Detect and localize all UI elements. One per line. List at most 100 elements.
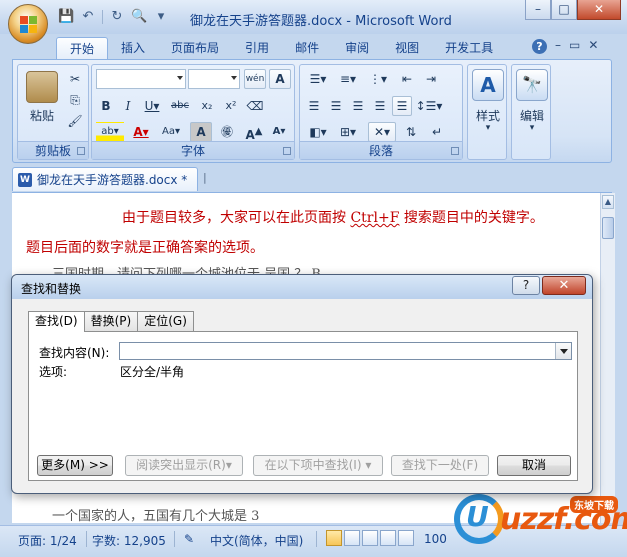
- more-button[interactable]: 更多(M) >>: [37, 455, 113, 476]
- draft-icon[interactable]: [398, 530, 414, 546]
- change-case-icon[interactable]: Aa▾: [158, 122, 184, 142]
- bullets-icon[interactable]: ☰▾: [304, 69, 332, 89]
- shading-icon[interactable]: ◧▾: [304, 122, 332, 142]
- sort-icon[interactable]: ⇅: [400, 122, 422, 142]
- print-layout-icon[interactable]: [326, 530, 342, 546]
- cut-icon[interactable]: ✂: [66, 69, 84, 89]
- tab-mailings[interactable]: 邮件: [282, 37, 332, 59]
- justify-icon[interactable]: ☰: [370, 96, 390, 116]
- enclose-characters-icon[interactable]: ㊝: [216, 122, 238, 142]
- bold-icon[interactable]: B: [96, 96, 116, 116]
- font-launcher-icon[interactable]: [283, 147, 291, 155]
- tab-developer[interactable]: 开发工具: [432, 37, 506, 59]
- show-marks-icon[interactable]: ↵: [426, 122, 448, 142]
- scroll-up-icon[interactable]: ▲: [602, 195, 614, 209]
- customize-qat-icon[interactable]: ▾: [153, 9, 169, 25]
- tab-review[interactable]: 审阅: [332, 37, 382, 59]
- reading-highlight-button[interactable]: 阅读突出显示(R)▾: [125, 455, 243, 476]
- find-what-field[interactable]: [119, 342, 572, 360]
- editing-label[interactable]: 编辑: [512, 107, 552, 124]
- doc-restore-icon[interactable]: ▭: [569, 38, 580, 52]
- font-color-icon[interactable]: A▾: [128, 122, 154, 142]
- find-in-button[interactable]: 在以下项中查找(I) ▾: [253, 455, 383, 476]
- tab-goto[interactable]: 定位(G): [137, 311, 194, 331]
- paste-icon[interactable]: [26, 71, 58, 103]
- multilevel-list-icon[interactable]: ⋮▾: [364, 69, 392, 89]
- format-painter-icon[interactable]: 🖌: [66, 111, 84, 131]
- undo-icon[interactable]: ↶: [80, 9, 96, 25]
- copy-icon[interactable]: ⎘: [66, 90, 84, 110]
- grow-font-icon[interactable]: A▲: [242, 122, 266, 142]
- clipboard-launcher-icon[interactable]: [77, 147, 85, 155]
- dialog-help-button[interactable]: ?: [512, 276, 540, 295]
- increase-indent-icon[interactable]: ⇥: [420, 69, 442, 89]
- tab-insert[interactable]: 插入: [108, 37, 158, 59]
- word-count[interactable]: 字数: 12,905: [92, 532, 166, 549]
- find-what-input[interactable]: [120, 343, 550, 359]
- phonetic-guide-icon[interactable]: wén: [244, 69, 266, 89]
- save-icon[interactable]: 💾: [58, 9, 74, 25]
- editing-group: 🔭 编辑 ▾: [511, 64, 551, 160]
- find-history-dropdown[interactable]: [555, 343, 571, 359]
- scroll-thumb[interactable]: [602, 217, 614, 239]
- paste-label[interactable]: 粘贴: [24, 107, 60, 124]
- close-icon[interactable]: ✕: [577, 0, 621, 20]
- align-center-icon[interactable]: ☰: [326, 96, 346, 116]
- styles-icon[interactable]: A: [472, 69, 504, 101]
- full-screen-reading-icon[interactable]: [344, 530, 360, 546]
- tab-replace[interactable]: 替换(P): [83, 311, 139, 331]
- chevron-down-icon: [177, 76, 183, 80]
- subscript-icon[interactable]: x₂: [196, 96, 218, 116]
- doc-line-1: 由于题目较多，大家可以在此页面按 Ctrl+F 搜索题目中的关键字。: [122, 210, 544, 226]
- highlight-icon[interactable]: ab▾: [96, 122, 124, 142]
- document-tab[interactable]: W 御龙在天手游答题器.docx *: [12, 167, 199, 191]
- borders-icon[interactable]: ⊞▾: [334, 122, 362, 142]
- line-spacing-icon[interactable]: ↕☰▾: [414, 96, 444, 116]
- tab-page-layout[interactable]: 页面布局: [158, 37, 232, 59]
- strikethrough-icon[interactable]: abc: [168, 96, 192, 116]
- tab-references[interactable]: 引用: [232, 37, 282, 59]
- print-preview-icon[interactable]: 🔍: [131, 9, 147, 25]
- close-tab-icon[interactable]: |: [203, 172, 213, 183]
- chinese-layout-icon[interactable]: ✕▾: [368, 122, 396, 142]
- align-right-icon[interactable]: ☰: [348, 96, 368, 116]
- styles-label[interactable]: 样式: [468, 107, 508, 124]
- vertical-scrollbar[interactable]: ▲: [600, 193, 615, 523]
- outline-icon[interactable]: [380, 530, 396, 546]
- font-name-combo[interactable]: [96, 69, 186, 89]
- help-icon[interactable]: ?: [532, 39, 547, 54]
- numbering-icon[interactable]: ≡▾: [334, 69, 362, 89]
- decrease-indent-icon[interactable]: ⇤: [396, 69, 418, 89]
- clear-formatting-icon[interactable]: ⌫: [244, 96, 266, 116]
- dialog-close-button[interactable]: ✕: [542, 276, 586, 295]
- align-left-icon[interactable]: ☰: [304, 96, 324, 116]
- font-size-combo[interactable]: [188, 69, 240, 89]
- doc-minimize-icon[interactable]: –: [555, 38, 561, 52]
- tab-view[interactable]: 视图: [382, 37, 432, 59]
- minimize-icon[interactable]: –: [525, 0, 551, 20]
- doc-close-icon[interactable]: ✕: [588, 38, 598, 52]
- find-next-button[interactable]: 查找下一处(F): [391, 455, 489, 476]
- zoom-level[interactable]: 100: [424, 532, 447, 546]
- italic-icon[interactable]: I: [118, 96, 138, 116]
- redo-icon[interactable]: ↻: [109, 9, 125, 25]
- character-shading-icon[interactable]: A: [190, 122, 212, 142]
- spell-check-icon[interactable]: ✎: [184, 532, 194, 546]
- tab-find[interactable]: 查找(D): [28, 311, 85, 332]
- paragraph-launcher-icon[interactable]: [451, 147, 459, 155]
- cancel-button[interactable]: 取消: [497, 455, 571, 476]
- shrink-font-icon[interactable]: A▾: [268, 122, 290, 142]
- distributed-icon[interactable]: ☰: [392, 96, 412, 116]
- tab-home[interactable]: 开始: [56, 37, 109, 59]
- language[interactable]: 中文(简体，中国): [210, 532, 303, 549]
- page-count[interactable]: 页面: 1/24: [18, 532, 77, 549]
- office-button[interactable]: [8, 4, 48, 44]
- maximize-icon[interactable]: □: [551, 0, 577, 20]
- binoculars-icon[interactable]: 🔭: [516, 69, 548, 101]
- find-panel: 查找内容(N): 选项: 区分全/半角 更多(M) >> 阅读突出显示(R)▾ …: [28, 331, 578, 481]
- web-layout-icon[interactable]: [362, 530, 378, 546]
- dialog-titlebar[interactable]: 查找和替换 ? ✕: [12, 275, 592, 299]
- character-border-icon[interactable]: A: [269, 69, 291, 89]
- superscript-icon[interactable]: x²: [220, 96, 242, 116]
- underline-icon[interactable]: U▾: [140, 96, 164, 116]
